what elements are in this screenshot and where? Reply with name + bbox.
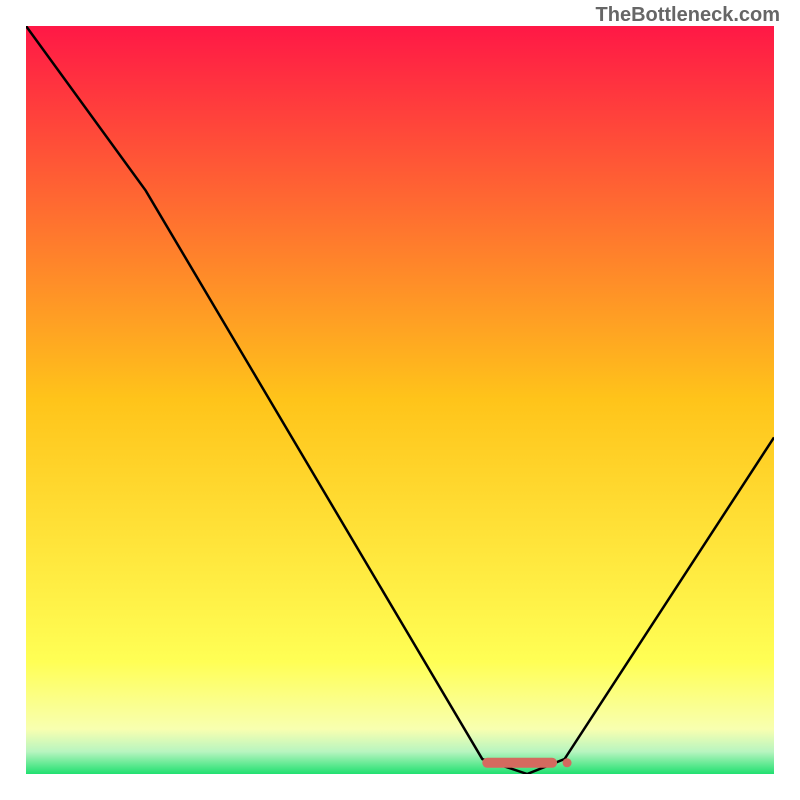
gradient-background [26, 26, 774, 774]
chart-area [26, 26, 774, 774]
chart-svg [26, 26, 774, 774]
watermark-text: TheBottleneck.com [596, 4, 780, 27]
